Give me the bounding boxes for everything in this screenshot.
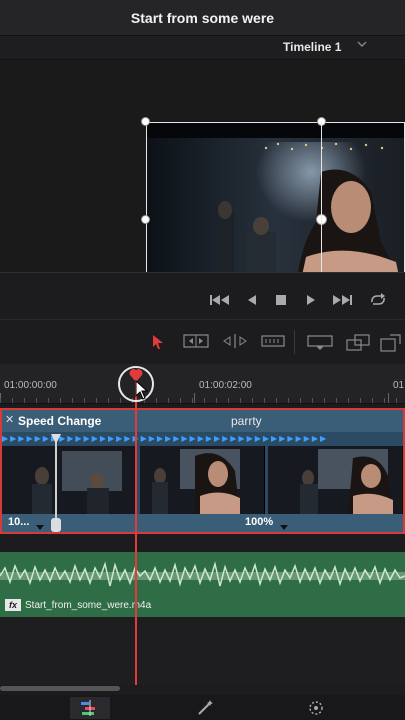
speed-footer[interactable]: 10... 100% bbox=[2, 514, 403, 532]
transform-handle-ml[interactable] bbox=[141, 215, 150, 224]
clip-name: parrty bbox=[231, 414, 262, 428]
thumbnail bbox=[268, 446, 403, 516]
speed-point-handle[interactable] bbox=[55, 436, 57, 528]
selection-arrow-icon[interactable] bbox=[152, 334, 164, 353]
speed-arrows: ▶▶▶▶▶▶▶▶▶▶▶▶▶▶▶▶▶▶▶▶▶▶▶▶▶▶▶▶▶▶▶▶▶▶▶▶▶▶▶▶ bbox=[2, 434, 329, 443]
blade-icon[interactable] bbox=[261, 334, 285, 351]
timecode-label: 01 bbox=[393, 380, 405, 391]
trim-edit-icon[interactable] bbox=[183, 334, 209, 351]
chevron-down-icon[interactable] bbox=[280, 518, 288, 536]
effects-wand-icon[interactable] bbox=[185, 697, 225, 719]
audio-track[interactable]: fx Start_from_some_were.m4a bbox=[0, 552, 405, 617]
transform-handle-tl[interactable] bbox=[141, 117, 150, 126]
audio-waveform bbox=[0, 561, 405, 587]
timecode-label: 01:00:02:00 bbox=[199, 380, 252, 391]
horizontal-scrollbar[interactable] bbox=[0, 686, 120, 691]
speed-percentage[interactable]: 100% bbox=[245, 516, 273, 528]
clip-thumbnails[interactable] bbox=[2, 446, 403, 516]
close-icon[interactable]: ✕ bbox=[5, 413, 14, 426]
settings-dial-icon[interactable] bbox=[296, 697, 336, 719]
insert-clip-icon[interactable] bbox=[380, 334, 405, 355]
transport-controls bbox=[0, 272, 405, 320]
skip-to-end-icon[interactable] bbox=[332, 294, 352, 309]
chevron-down-icon[interactable] bbox=[36, 518, 44, 536]
audio-clip-name: Start_from_some_were.m4a bbox=[25, 600, 152, 611]
play-reverse-icon[interactable] bbox=[246, 294, 258, 309]
dynamic-trim-icon[interactable] bbox=[222, 334, 248, 351]
speed-change-label: Speed Change bbox=[18, 414, 102, 428]
video-track[interactable]: ✕ Speed Change parrty ▶▶▶▶▶▶▶▶▶▶▶▶▶▶▶▶▶▶… bbox=[0, 408, 405, 534]
title-bar: Start from some were bbox=[0, 0, 405, 36]
thumbnail bbox=[140, 446, 265, 516]
play-icon[interactable] bbox=[305, 294, 317, 309]
replace-clip-icon[interactable] bbox=[346, 334, 370, 355]
fx-badge[interactable]: fx bbox=[5, 599, 21, 611]
clip-header: ✕ Speed Change parrty bbox=[2, 410, 403, 432]
bottom-navigation bbox=[0, 695, 405, 720]
skip-to-start-icon[interactable] bbox=[210, 294, 230, 309]
edit-toolbar bbox=[0, 320, 405, 364]
video-viewer[interactable] bbox=[0, 60, 405, 322]
loop-icon[interactable] bbox=[368, 292, 388, 311]
chevron-down-icon[interactable] bbox=[357, 39, 367, 52]
timeline-ruler[interactable]: 01:00:00:00 01:00:02:00 01 bbox=[0, 364, 405, 404]
project-title: Start from some were bbox=[130, 9, 275, 26]
timeline-selector[interactable]: Timeline 1 bbox=[0, 36, 405, 60]
speed-point-bottom[interactable] bbox=[51, 518, 61, 532]
thumbnail bbox=[2, 446, 137, 516]
mouse-cursor-icon bbox=[135, 380, 149, 400]
timeline-name[interactable]: Timeline 1 bbox=[283, 40, 341, 54]
playhead-line[interactable] bbox=[135, 370, 137, 685]
timecode-label: 01:00:00:00 bbox=[4, 380, 57, 391]
stop-icon[interactable] bbox=[275, 294, 287, 309]
speed-left-value[interactable]: 10... bbox=[8, 516, 29, 528]
overwrite-clip-icon[interactable] bbox=[306, 334, 334, 355]
edit-timeline-icon[interactable] bbox=[70, 697, 110, 719]
empty-track-area[interactable] bbox=[0, 617, 405, 685]
